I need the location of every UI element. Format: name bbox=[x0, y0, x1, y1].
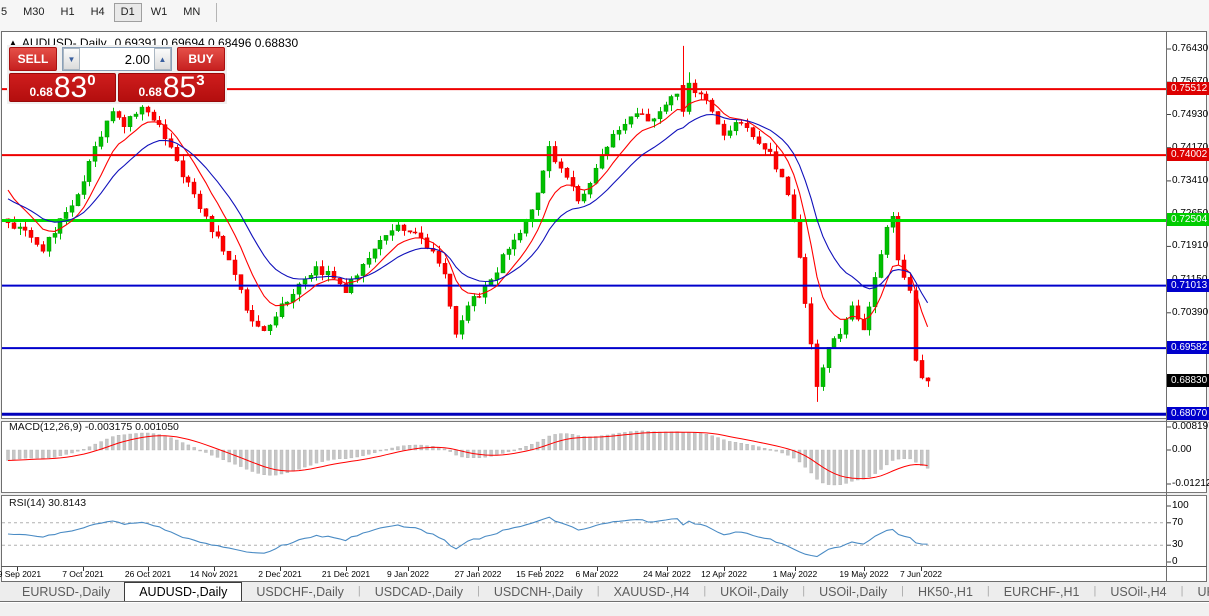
timeframe-button-mn[interactable]: MN bbox=[176, 3, 207, 22]
volume-spinner: ▼ ▲ bbox=[62, 47, 172, 71]
tab-audusd-daily[interactable]: AUDUSD-,Daily bbox=[124, 582, 242, 601]
timeframe-button-h1[interactable]: H1 bbox=[54, 3, 82, 22]
buy-price-display[interactable]: 0.68 85 3 bbox=[118, 73, 225, 102]
tab-eurchf-h1[interactable]: EURCHF-,H1 bbox=[990, 582, 1094, 601]
toolbar-separator bbox=[216, 3, 217, 22]
sell-button[interactable]: SELL bbox=[9, 47, 57, 71]
rsi-name: RSI(14) bbox=[9, 497, 45, 509]
volume-decrease-button[interactable]: ▼ bbox=[63, 48, 80, 70]
sell-price-display[interactable]: 0.68 83 0 bbox=[9, 73, 116, 102]
chart-canvas[interactable] bbox=[1, 31, 1207, 582]
tab-usdcnh-daily[interactable]: USDCNH-,Daily bbox=[480, 582, 597, 601]
tab-usoil-daily[interactable]: USOil-,Daily bbox=[805, 582, 901, 601]
tab-xauusd-h4[interactable]: XAUUSD-,H4 bbox=[600, 582, 704, 601]
macd-main-value: -0.003175 bbox=[85, 421, 132, 433]
one-click-trading-panel: SELL ▼ ▲ BUY 0.68 83 0 0.68 85 3 bbox=[7, 45, 227, 104]
arrow-down-icon: ▼ bbox=[68, 55, 76, 64]
rsi-indicator-label: RSI(14) 30.8143 bbox=[9, 497, 86, 509]
sell-price-prefix: 0.68 bbox=[29, 85, 52, 99]
timeframe-button-5[interactable]: 5 bbox=[0, 3, 14, 22]
rsi-date-divider bbox=[1, 566, 1207, 567]
buy-price-big-digits: 85 bbox=[163, 73, 196, 102]
sell-price-pip-digit: 0 bbox=[87, 72, 95, 89]
macd-indicator-label: MACD(12,26,9) -0.003175 0.001050 bbox=[9, 421, 179, 433]
timeframe-button-m30[interactable]: M30 bbox=[16, 3, 51, 22]
tab-usdchf-daily[interactable]: USDCHF-,Daily bbox=[242, 582, 358, 601]
timeframe-button-d1[interactable]: D1 bbox=[114, 3, 142, 22]
timeframe-toolbar: 5M30H1H4D1W1MN bbox=[0, 0, 1209, 31]
pane-splitter-macd[interactable] bbox=[1, 418, 1207, 422]
trading-terminal: 5M30H1H4D1W1MN ▲AUDUSD-,Daily0.69391 0.6… bbox=[0, 0, 1209, 616]
buy-price-pip-digit: 3 bbox=[196, 72, 204, 89]
pane-splitter-rsi[interactable] bbox=[1, 492, 1207, 496]
buy-price-prefix: 0.68 bbox=[138, 85, 161, 99]
rsi-value: 30.8143 bbox=[48, 497, 86, 509]
sell-price-big-digits: 83 bbox=[54, 73, 87, 102]
timeframe-button-h4[interactable]: H4 bbox=[84, 3, 112, 22]
price-axis-divider bbox=[1166, 32, 1167, 581]
volume-increase-button[interactable]: ▲ bbox=[154, 48, 171, 70]
date-axis-strip bbox=[2, 567, 1206, 581]
macd-signal-value: 0.001050 bbox=[135, 421, 179, 433]
symbol-tab-bar: EURUSD-,DailyAUDUSD-,DailyUSDCHF-,Daily|… bbox=[0, 582, 1209, 602]
tab-usdcad-daily[interactable]: USDCAD-,Daily bbox=[361, 582, 477, 601]
timeframe-button-w1[interactable]: W1 bbox=[144, 3, 175, 22]
status-strip bbox=[0, 602, 1209, 616]
tab-eurusd-daily[interactable]: EURUSD-,Daily bbox=[8, 582, 124, 601]
buy-button[interactable]: BUY bbox=[177, 47, 225, 71]
arrow-up-icon: ▲ bbox=[159, 55, 167, 64]
volume-input[interactable] bbox=[80, 48, 154, 70]
tab-ukoil-h4[interactable]: UKOil-,H4 bbox=[1183, 582, 1209, 601]
tab-hk50-h1[interactable]: HK50-,H1 bbox=[904, 582, 987, 601]
tab-usoil-h4[interactable]: USOil-,H4 bbox=[1096, 582, 1180, 601]
macd-name: MACD(12,26,9) bbox=[9, 421, 82, 433]
tab-ukoil-daily[interactable]: UKOil-,Daily bbox=[706, 582, 802, 601]
